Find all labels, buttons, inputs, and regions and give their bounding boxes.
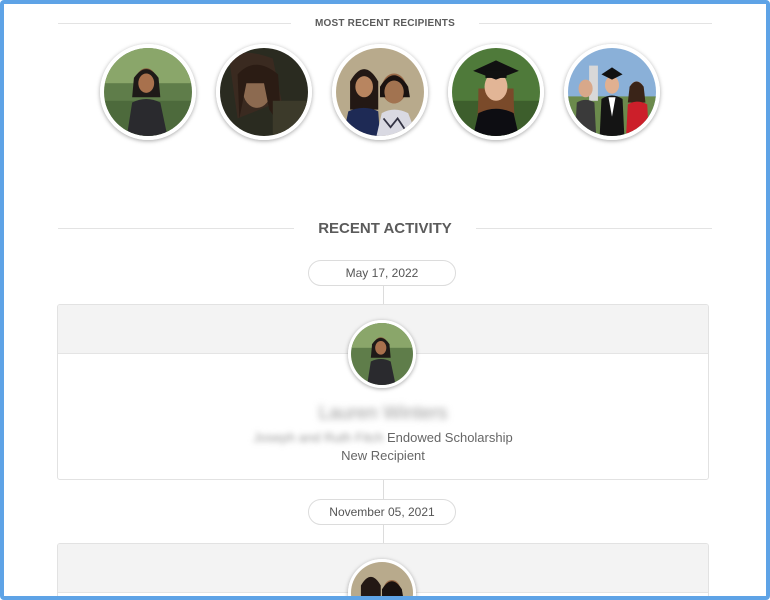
activity-status: New Recipient <box>341 448 425 463</box>
recipients-section-header: MOST RECENT RECIPIENTS <box>58 18 712 29</box>
recipient-avatar-3[interactable] <box>332 44 428 140</box>
recipient-photo-icon <box>351 562 413 596</box>
timeline-connector <box>383 479 384 499</box>
recipients-section-title: MOST RECENT RECIPIENTS <box>315 18 455 29</box>
page-frame: MOST RECENT RECIPIENTS RECENT ACTIVITY M… <box>0 0 770 600</box>
activity-card-body: Lauren Winters Joseph and Ruth Fitch End… <box>58 402 708 464</box>
recipient-photo-icon <box>351 323 413 385</box>
activity-section-header: RECENT ACTIVITY <box>58 220 712 237</box>
timeline-connector <box>383 523 384 543</box>
recipient-avatar-4[interactable] <box>448 44 544 140</box>
recipient-avatar-2[interactable] <box>216 44 312 140</box>
recipient-photo-icon <box>568 48 656 136</box>
recipient-photo-icon <box>452 48 540 136</box>
activity-card[interactable]: Lauren Winters Joseph and Ruth Fitch End… <box>57 304 709 480</box>
recipient-photo-icon <box>104 48 192 136</box>
recipients-avatar-row <box>100 44 660 140</box>
activity-date-badge: May 17, 2022 <box>308 260 456 286</box>
recipient-photo-icon <box>336 48 424 136</box>
header-rule-left <box>58 228 295 229</box>
header-rule-right <box>475 228 712 229</box>
activity-card[interactable] <box>57 543 709 596</box>
scholarship-name-suffix: Endowed Scholarship <box>386 430 513 445</box>
header-rule-right <box>478 23 712 24</box>
recipient-avatar-5[interactable] <box>564 44 660 140</box>
recipient-avatar-1[interactable] <box>100 44 196 140</box>
scholarship-name-prefix: Joseph and Ruth Fitch <box>253 430 384 445</box>
activity-section-title: RECENT ACTIVITY <box>318 220 452 237</box>
recipient-photo-icon <box>220 48 308 136</box>
recipient-name: Lauren Winters <box>318 403 448 424</box>
timeline-connector <box>383 284 384 304</box>
activity-date-badge: November 05, 2021 <box>308 499 456 525</box>
header-rule-left <box>58 23 292 24</box>
activity-recipient-avatar[interactable] <box>348 320 416 388</box>
scholarship-name: Joseph and Ruth Fitch Endowed Scholarshi… <box>58 430 708 446</box>
